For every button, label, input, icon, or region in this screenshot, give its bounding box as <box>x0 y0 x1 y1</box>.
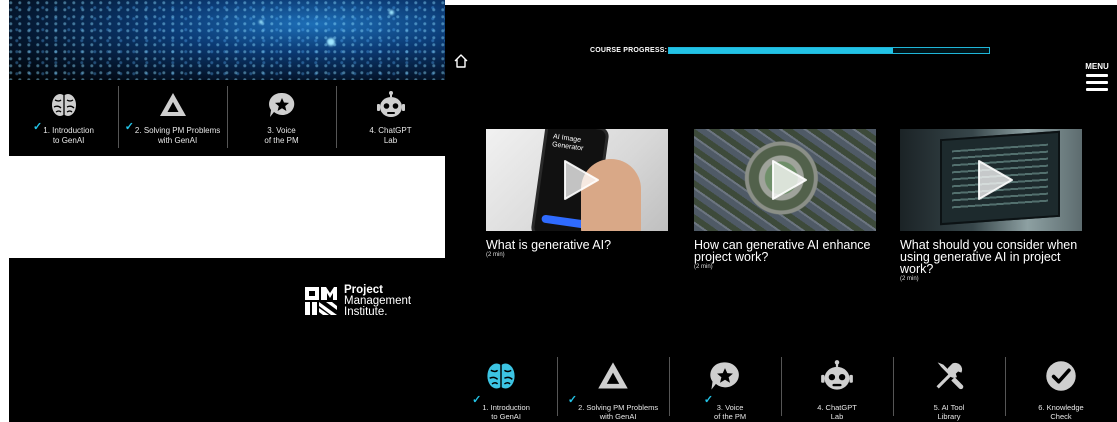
brain-icon <box>484 359 518 393</box>
checkmark-circle-icon <box>1044 359 1078 393</box>
course-progress-bar <box>668 47 990 54</box>
video-card-considerations[interactable]: What should you consider when using gene… <box>900 129 1082 282</box>
check-icon: ✓ <box>124 121 134 133</box>
check-icon: ✓ <box>703 394 714 406</box>
video-duration: (2 min) <box>486 252 505 258</box>
video-card-enhance-project-work[interactable]: How can generative AI enhance project wo… <box>694 129 876 270</box>
tools-icon <box>932 359 966 393</box>
video-thumbnail <box>900 129 1082 231</box>
video-duration: (2 min) <box>900 276 919 282</box>
bg-nav-item-voice[interactable]: 3. Voice of the PM <box>227 84 336 156</box>
speech-star-icon <box>267 90 297 120</box>
hamburger-icon <box>1083 74 1111 91</box>
nav-label: 4. ChatGPT Lab <box>369 126 412 145</box>
video-thumbnail: AI Image Generator <box>486 129 668 231</box>
brain-icon <box>49 90 79 120</box>
menu-label: MENU <box>1085 62 1109 71</box>
logo-line-3: Institute. <box>344 305 388 318</box>
video-title: What should you consider when using gene… <box>900 238 1078 276</box>
nav-label: 3. Voice of the PM <box>264 126 299 145</box>
nav-label: 1. Introduction to GenAI <box>43 126 94 145</box>
video-title: How can generative AI enhance project wo… <box>694 238 871 264</box>
thumbnail-text: AI Image Generator <box>551 133 584 153</box>
check-icon: ✓ <box>567 394 578 406</box>
nav-item-chatgpt[interactable]: 4. ChatGPT Lab <box>781 355 893 422</box>
module-nav: ✓ 1. Introduction to GenAI ✓ 2. Solving PM … <box>445 355 1117 422</box>
hero-image <box>9 0 445 80</box>
bg-nav-item-chatgpt[interactable]: 4. ChatGPT Lab <box>336 84 445 156</box>
logo-line-2: Management <box>344 294 412 307</box>
nav-label: 4. ChatGPT Lab <box>817 403 857 421</box>
progress-fill <box>669 48 893 53</box>
menu-button[interactable]: MENU <box>1083 62 1111 95</box>
nav-label: 2. Solving PM Problems with GenAI <box>578 403 659 421</box>
pmi-logo: Project Management Institute. <box>304 284 411 318</box>
robot-icon <box>820 359 854 393</box>
bg-nav-item-introduction[interactable]: ✓ 1. Introduction to GenAI <box>9 84 118 156</box>
nav-label: 2. Solving PM Problems with GenAI <box>134 126 221 145</box>
nav-item-knowledge-check[interactable]: 6. Knowledge Check <box>1005 355 1117 422</box>
main-window: COURSE PROGRESS: MENU AI Image Generator… <box>445 5 1117 422</box>
check-icon: ✓ <box>472 394 482 406</box>
home-icon <box>454 54 468 68</box>
nav-label: 6. Knowledge Check <box>1038 403 1084 421</box>
video-card-what-is-genai[interactable]: AI Image Generator What is generative AI… <box>486 129 668 258</box>
check-icon: ✓ <box>33 121 43 133</box>
video-title: What is generative AI? <box>486 238 612 252</box>
nav-label: 1. Introduction to GenAI <box>482 403 530 421</box>
bg-nav-item-solving[interactable]: ✓ 2. Solving PM Problems with GenAI <box>118 84 227 156</box>
logo-line-1: Project <box>344 283 383 296</box>
pmi-logo-icon <box>305 287 337 315</box>
nav-item-ai-tool-library[interactable]: 5. AI Tool Library <box>893 355 1005 422</box>
home-button[interactable] <box>453 53 469 69</box>
video-duration: (2 min) <box>694 264 713 270</box>
nav-label: 3. Voice of the PM <box>714 403 747 421</box>
background-footer: Project Management Institute. <box>9 258 445 422</box>
background-window: ✓ 1. Introduction to GenAI ✓ 2. Solving PM … <box>9 0 445 156</box>
video-thumbnail <box>694 129 876 231</box>
play-icon[interactable] <box>769 158 809 202</box>
nav-item-solving[interactable]: ✓ 2. Solving PM Problems with GenAI <box>557 355 669 422</box>
nav-item-voice[interactable]: ✓ 3. Voice of the PM <box>669 355 781 422</box>
speech-star-icon <box>708 359 742 393</box>
nav-item-introduction[interactable]: ✓ 1. Introduction to GenAI <box>445 355 557 422</box>
triangle-logo-icon <box>158 90 188 120</box>
robot-icon <box>376 90 406 120</box>
play-icon[interactable] <box>561 158 601 202</box>
background-module-nav: ✓ 1. Introduction to GenAI ✓ 2. Solving PM … <box>9 84 445 156</box>
play-icon[interactable] <box>975 158 1015 202</box>
progress-label: COURSE PROGRESS: <box>590 47 668 54</box>
nav-label: 5. AI Tool Library <box>933 403 965 421</box>
triangle-logo-icon <box>596 359 630 393</box>
